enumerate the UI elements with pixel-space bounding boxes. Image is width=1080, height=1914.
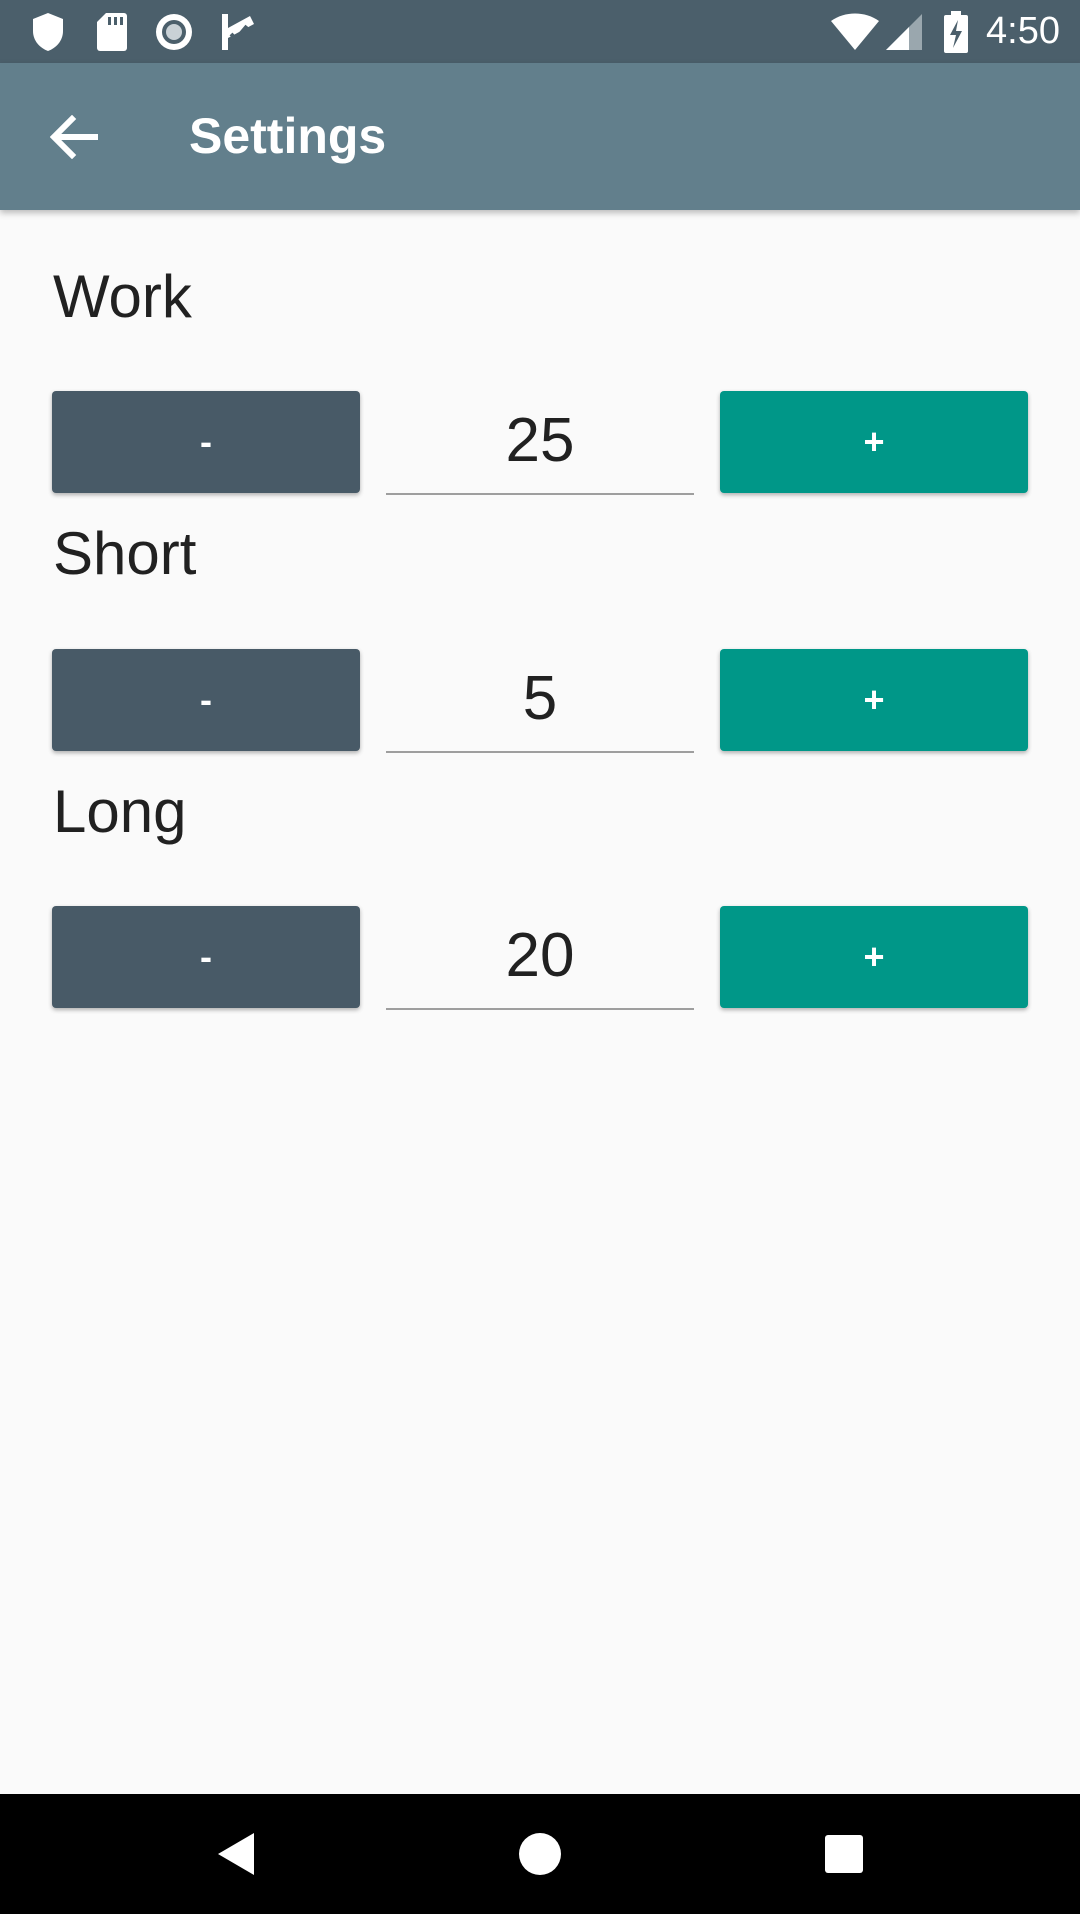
work-label: Work <box>53 263 192 330</box>
long-value-field[interactable]: 20 <box>386 906 694 1010</box>
arrow-back-icon <box>50 115 98 159</box>
short-value-field[interactable]: 5 <box>386 649 694 753</box>
nav-recents-button[interactable] <box>784 1794 904 1914</box>
work-value-field[interactable]: 25 <box>386 391 694 495</box>
nav-home-button[interactable] <box>480 1794 600 1914</box>
long-increase-button[interactable]: + <box>720 906 1028 1008</box>
back-button[interactable] <box>30 93 118 181</box>
battery-charging-icon <box>940 0 972 63</box>
long-row: - 20 + <box>0 906 1080 1010</box>
short-label: Short <box>53 520 197 587</box>
sd-card-icon <box>92 0 132 63</box>
long-label: Long <box>53 778 187 845</box>
check-flag-icon <box>218 0 258 63</box>
clock: 4:50 <box>986 10 1060 52</box>
status-bar: 4:50 <box>0 0 1080 63</box>
home-circle-icon <box>519 1833 561 1875</box>
work-row: - 25 + <box>0 391 1080 495</box>
record-icon <box>152 0 196 63</box>
short-decrease-button[interactable]: - <box>52 649 360 751</box>
app-bar: Settings <box>0 63 1080 210</box>
short-increase-button[interactable]: + <box>720 649 1028 751</box>
back-triangle-icon <box>218 1833 254 1875</box>
recents-square-icon <box>825 1835 863 1873</box>
work-decrease-button[interactable]: - <box>52 391 360 493</box>
navigation-bar <box>0 1794 1080 1914</box>
page-title: Settings <box>189 108 387 164</box>
short-row: - 5 + <box>0 649 1080 753</box>
signal-icon <box>884 0 924 63</box>
nav-back-button[interactable] <box>176 1794 296 1914</box>
wifi-icon <box>830 0 880 63</box>
long-decrease-button[interactable]: - <box>52 906 360 1008</box>
shield-icon <box>28 0 68 63</box>
work-increase-button[interactable]: + <box>720 391 1028 493</box>
